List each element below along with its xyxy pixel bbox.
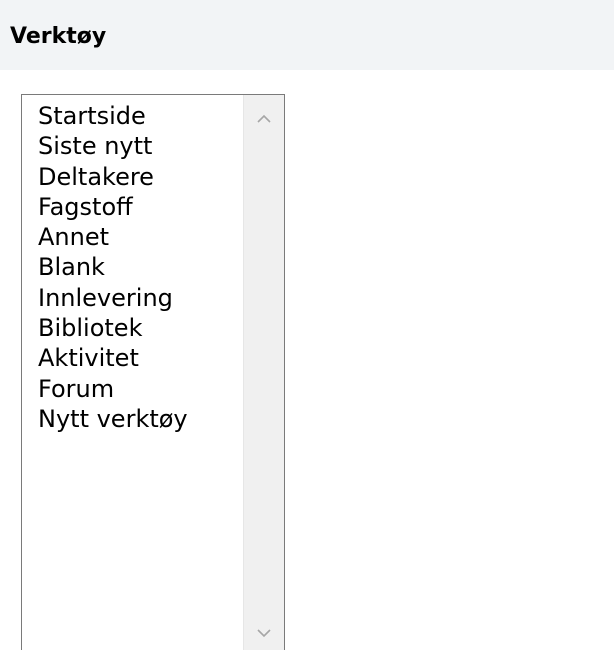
scroll-up-button[interactable] xyxy=(244,101,284,135)
list-item-startside[interactable]: Startside xyxy=(22,101,242,131)
list-item-fagstoff[interactable]: Fagstoff xyxy=(22,192,242,222)
scroll-down-button[interactable] xyxy=(244,616,284,650)
list-item-forum[interactable]: Forum xyxy=(22,374,242,404)
list-item-deltakere[interactable]: Deltakere xyxy=(22,162,242,192)
list-item-blank[interactable]: Blank xyxy=(22,252,242,282)
section-title: Verktøy xyxy=(10,24,107,49)
list-item-bibliotek[interactable]: Bibliotek xyxy=(22,313,242,343)
listbox-items: Startside Siste nytt Deltakere Fagstoff … xyxy=(22,95,242,434)
vertical-scrollbar[interactable] xyxy=(243,95,284,650)
list-item-nytt-verktoy[interactable]: Nytt verktøy xyxy=(22,404,242,434)
chevron-up-icon xyxy=(257,114,271,123)
chevron-down-icon xyxy=(257,628,271,637)
section-header: Verktøy xyxy=(0,0,614,70)
list-item-innlevering[interactable]: Innlevering xyxy=(22,283,242,313)
list-item-siste-nytt[interactable]: Siste nytt xyxy=(22,131,242,161)
list-item-aktivitet[interactable]: Aktivitet xyxy=(22,343,242,373)
list-item-annet[interactable]: Annet xyxy=(22,222,242,252)
tools-listbox[interactable]: Startside Siste nytt Deltakere Fagstoff … xyxy=(21,94,285,650)
